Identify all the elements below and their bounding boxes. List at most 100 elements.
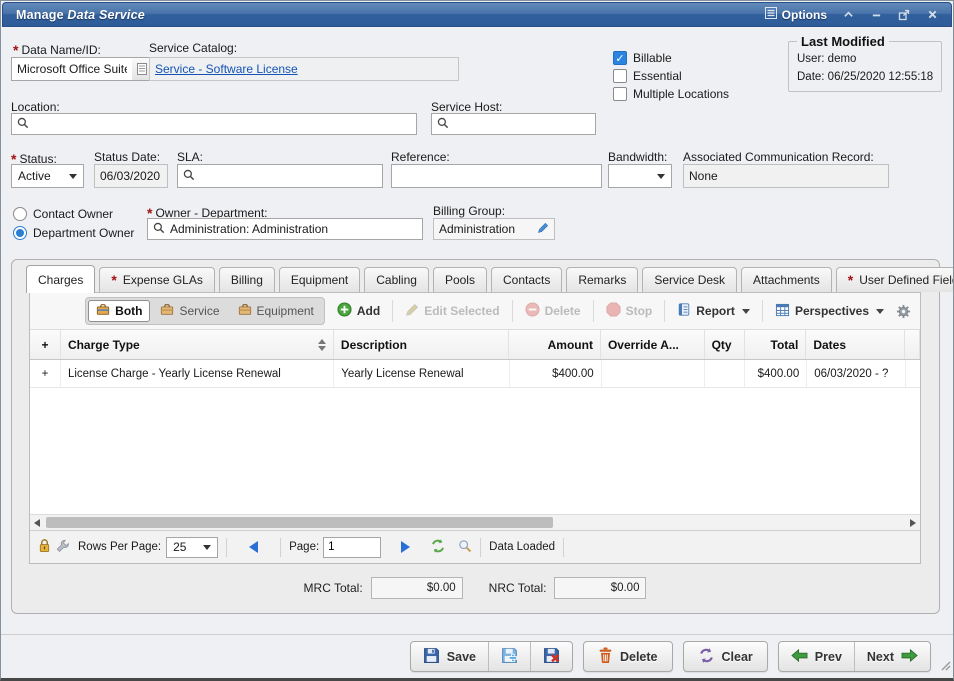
save-and-new-button[interactable]	[489, 642, 531, 671]
col-amount[interactable]: Amount	[509, 330, 601, 359]
refresh-icon[interactable]	[430, 538, 446, 557]
scrollbar-thumb[interactable]	[46, 517, 553, 528]
bandwidth-label: Bandwidth:	[608, 150, 667, 164]
resize-handle[interactable]	[939, 658, 951, 676]
department-owner-radio[interactable]	[13, 226, 27, 240]
table-row[interactable]: + License Charge - Yearly License Renewa…	[30, 360, 920, 388]
search-icon[interactable]	[458, 539, 472, 556]
col-override-amount[interactable]: Override A...	[601, 330, 705, 359]
tab-expense-glas[interactable]: *Expense GLAs	[99, 267, 215, 292]
save-button[interactable]: Save	[411, 642, 489, 671]
prev-page-icon[interactable]	[249, 541, 258, 553]
col-charge-type[interactable]: Charge Type	[61, 330, 334, 359]
scope-both-button[interactable]: Both	[88, 300, 150, 322]
tab-cabling[interactable]: Cabling	[364, 267, 429, 292]
search-icon	[437, 117, 449, 132]
arrow-right-icon	[901, 648, 918, 666]
collapse-icon[interactable]	[841, 8, 855, 22]
horizontal-scrollbar[interactable]	[30, 514, 920, 530]
reference-field[interactable]	[391, 164, 602, 188]
tab-contacts[interactable]: Contacts	[491, 267, 562, 292]
reference-input[interactable]	[397, 169, 596, 183]
popout-icon[interactable]	[897, 8, 911, 22]
tab-remarks[interactable]: Remarks	[566, 267, 638, 292]
tab-attachments[interactable]: Attachments	[741, 267, 832, 292]
report-button[interactable]: Report	[672, 299, 755, 323]
location-field[interactable]	[11, 113, 417, 135]
add-icon	[337, 302, 352, 320]
next-button[interactable]: Next	[855, 642, 930, 671]
delete-row-button[interactable]: Delete	[520, 299, 586, 323]
service-host-input[interactable]	[454, 117, 590, 131]
bandwidth-select[interactable]	[608, 164, 672, 188]
data-name-label: *Data Name/ID:	[13, 41, 101, 57]
cell-qty	[705, 360, 745, 387]
data-name-field[interactable]	[11, 57, 133, 81]
report-icon	[677, 302, 691, 320]
gear-icon[interactable]	[896, 304, 911, 319]
rows-per-page-select[interactable]: 25	[166, 537, 218, 558]
essential-label: Essential	[633, 69, 682, 83]
status-select[interactable]: Active	[11, 164, 84, 188]
tab-billing[interactable]: Billing	[219, 267, 275, 292]
col-description[interactable]: Description	[334, 330, 509, 359]
add-button[interactable]: Add	[332, 299, 385, 323]
prev-button[interactable]: Prev	[779, 642, 855, 671]
col-dates[interactable]: Dates	[806, 330, 905, 359]
delete-button[interactable]: Delete	[583, 641, 673, 672]
nrc-total-value: $0.00	[554, 577, 646, 599]
data-name-input[interactable]	[17, 62, 127, 76]
status-date-field[interactable]: 06/03/2020	[94, 164, 168, 188]
sort-icon[interactable]	[312, 339, 326, 351]
expand-all-header[interactable]: +	[30, 330, 61, 359]
location-input[interactable]	[34, 117, 411, 131]
edit-pencil-icon[interactable]	[537, 222, 549, 237]
options-button[interactable]: Options	[765, 7, 827, 22]
perspectives-button[interactable]: Perspectives	[770, 300, 889, 323]
header-filler	[905, 330, 920, 359]
service-host-field[interactable]	[431, 113, 596, 135]
contact-owner-radio[interactable]	[13, 207, 27, 221]
next-page-icon[interactable]	[401, 541, 410, 553]
col-total[interactable]: Total	[745, 330, 807, 359]
close-icon[interactable]	[925, 8, 939, 22]
scope-service-button[interactable]: Service	[152, 300, 227, 322]
row-expand-button[interactable]: +	[30, 360, 61, 387]
service-catalog-link[interactable]: Service - Software License	[155, 62, 298, 76]
lock-icon[interactable]	[38, 538, 51, 556]
owner-department-field[interactable]	[147, 218, 423, 240]
stop-button[interactable]: Stop	[601, 299, 658, 323]
scope-segmented-control: Both Service Equipment	[85, 297, 325, 325]
cell-amount: $400.00	[510, 360, 602, 387]
chevron-down-icon	[876, 309, 884, 314]
pager-status: Data Loaded	[489, 541, 555, 553]
search-icon	[183, 169, 195, 184]
minimize-icon[interactable]	[869, 8, 883, 22]
tab-pools[interactable]: Pools	[433, 267, 487, 292]
clear-button[interactable]: Clear	[683, 641, 768, 672]
scope-equipment-button[interactable]: Equipment	[230, 300, 322, 322]
edit-selected-button[interactable]: Edit Selected	[400, 300, 504, 323]
owner-department-input[interactable]	[170, 222, 417, 236]
tab-user-defined-fields[interactable]: *User Defined Fields	[836, 267, 954, 292]
page-input[interactable]	[323, 537, 381, 558]
tab-service-desk[interactable]: Service Desk	[642, 267, 737, 292]
col-qty[interactable]: Qty	[705, 330, 745, 359]
nrc-total-label: NRC Total:	[489, 581, 547, 595]
arrow-left-icon	[791, 648, 808, 666]
billable-checkbox[interactable]: ✓	[613, 51, 627, 65]
tab-equipment[interactable]: Equipment	[279, 267, 360, 292]
tab-charges[interactable]: Charges	[26, 265, 95, 293]
toolbox-icon	[160, 303, 174, 319]
wrench-icon[interactable]	[56, 539, 70, 556]
sla-field[interactable]	[177, 164, 383, 188]
scroll-right-icon[interactable]	[906, 515, 920, 530]
save-and-close-button[interactable]	[531, 642, 572, 671]
multiple-locations-checkbox[interactable]	[613, 87, 627, 101]
assoc-comm-label: Associated Communication Record:	[683, 150, 874, 164]
toolbar-separator	[762, 300, 763, 322]
scroll-left-icon[interactable]	[30, 515, 44, 530]
essential-checkbox[interactable]	[613, 69, 627, 83]
sla-input[interactable]	[200, 169, 377, 183]
search-icon	[153, 222, 165, 237]
